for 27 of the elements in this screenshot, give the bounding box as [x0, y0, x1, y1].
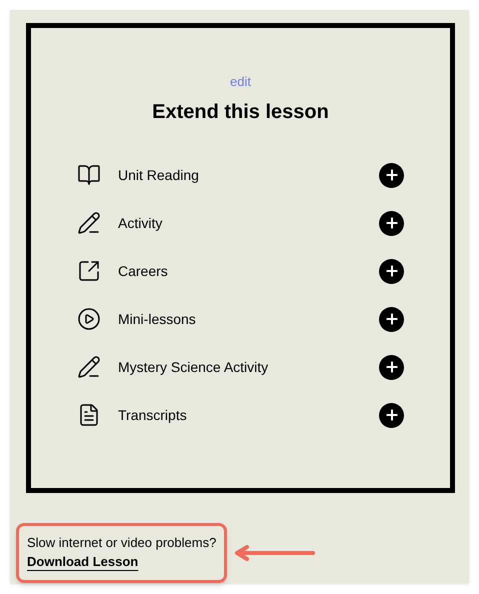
play-icon [77, 307, 101, 331]
item-label[interactable]: Careers [118, 260, 379, 282]
book-icon [77, 163, 101, 187]
plus-icon [384, 215, 400, 231]
add-button[interactable] [379, 258, 404, 284]
add-button[interactable] [379, 306, 404, 332]
plus-icon [384, 407, 400, 423]
pencil-icon [77, 211, 101, 235]
plus-icon [384, 167, 400, 183]
plus-icon [384, 359, 400, 375]
add-button[interactable] [379, 162, 404, 188]
external-link-icon [77, 259, 101, 283]
download-link[interactable]: Download Lesson [27, 552, 138, 572]
note-text: Slow internet or video problems? [27, 534, 216, 552]
item-label[interactable]: Unit Reading [118, 164, 379, 186]
item-label[interactable]: Mystery Science Activity [118, 356, 379, 378]
item-label[interactable]: Mini-lessons [118, 308, 379, 330]
add-button[interactable] [379, 402, 404, 428]
arrow-icon [233, 545, 316, 561]
plus-icon [384, 263, 400, 279]
add-button[interactable] [379, 210, 404, 236]
card-title: Extend this lesson [152, 100, 329, 124]
pencil-icon [77, 355, 101, 379]
add-button[interactable] [379, 354, 404, 380]
plus-icon [384, 311, 400, 327]
item-label[interactable]: Activity [118, 212, 379, 234]
item-label[interactable]: Transcripts [118, 404, 379, 426]
